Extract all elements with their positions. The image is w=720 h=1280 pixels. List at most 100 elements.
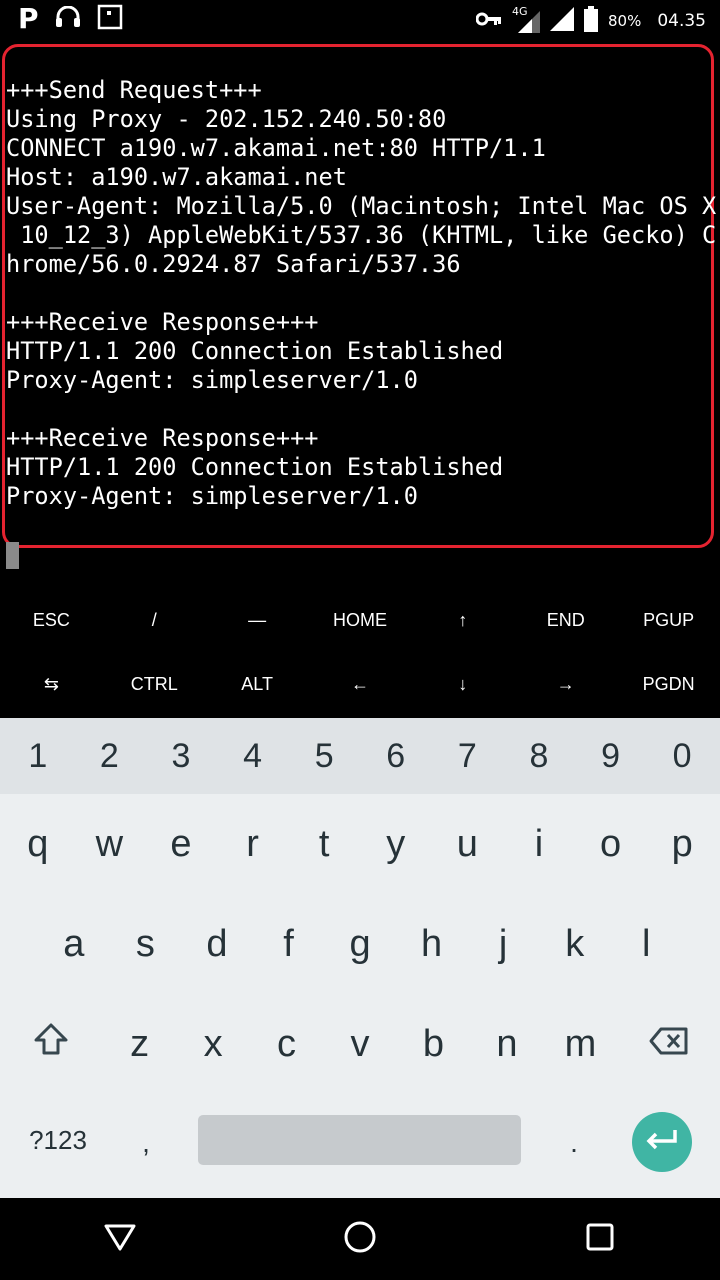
key-d[interactable]: d	[181, 894, 253, 994]
recents-button[interactable]	[480, 1198, 720, 1280]
up-arrow-key[interactable]: ↑	[411, 588, 514, 652]
symbols-key[interactable]: ?123	[8, 1115, 108, 1165]
back-button[interactable]	[0, 1198, 240, 1280]
key-3[interactable]: 3	[145, 718, 217, 794]
signal-4g-icon: 4G	[512, 5, 540, 33]
terminal-line: User-Agent: Mozilla/5.0 (Macintosh; Inte…	[6, 192, 717, 220]
terminal-line: +++Receive Response+++	[6, 424, 319, 452]
key-q[interactable]: q	[2, 794, 74, 894]
screenshot-icon	[97, 4, 123, 34]
key-j[interactable]: j	[467, 894, 539, 994]
shift-key[interactable]	[0, 994, 103, 1094]
ctrl-key[interactable]: CTRL	[103, 652, 206, 716]
key-icon	[475, 11, 502, 31]
terminal-line: HTTP/1.1 200 Connection Established	[6, 337, 504, 365]
key-2[interactable]: 2	[74, 718, 146, 794]
key-c[interactable]: c	[250, 994, 323, 1094]
extra-keys-row: ⇆ CTRL ALT ← ↓ → PGDN	[0, 652, 720, 716]
terminal-line: Proxy-Agent: simpleserver/1.0	[6, 366, 418, 394]
key-0[interactable]: 0	[646, 718, 718, 794]
period-key[interactable]: .	[546, 1115, 602, 1171]
p-icon: P	[18, 2, 39, 35]
terminal-line: Using Proxy - 202.152.240.50:80	[6, 105, 447, 133]
key-k[interactable]: k	[539, 894, 611, 994]
key-8[interactable]: 8	[503, 718, 575, 794]
key-6[interactable]: 6	[360, 718, 432, 794]
dash-key[interactable]: —	[206, 588, 309, 652]
extra-keys-bar: ESC / — HOME ↑ END PGUP ⇆ CTRL ALT ← ↓ →…	[0, 588, 720, 718]
letter-row-a: a s d f g h j k l	[0, 894, 720, 994]
enter-key[interactable]	[632, 1112, 692, 1172]
tab-key[interactable]: ⇆	[0, 652, 103, 716]
letter-row-q: q w e r t y u i o p	[0, 794, 720, 894]
key-m[interactable]: m	[544, 994, 617, 1094]
number-row: 1 2 3 4 5 6 7 8 9 0	[0, 718, 720, 794]
terminal-line: HTTP/1.1 200 Connection Established	[6, 453, 504, 481]
battery-icon	[583, 6, 598, 36]
backspace-icon	[649, 1023, 689, 1066]
key-u[interactable]: u	[432, 794, 504, 894]
key-1[interactable]: 1	[2, 718, 74, 794]
key-w[interactable]: w	[74, 794, 146, 894]
alt-key[interactable]: ALT	[206, 652, 309, 716]
key-i[interactable]: i	[503, 794, 575, 894]
end-key[interactable]: END	[514, 588, 617, 652]
terminal-output: +++Send Request+++ Using Proxy - 202.152…	[6, 76, 716, 511]
home-key[interactable]: HOME	[309, 588, 412, 652]
terminal-line: CONNECT a190.w7.akamai.net:80 HTTP/1.1	[6, 134, 546, 162]
backspace-key[interactable]	[617, 994, 720, 1094]
key-f[interactable]: f	[253, 894, 325, 994]
key-p[interactable]: p	[646, 794, 718, 894]
pgup-key[interactable]: PGUP	[617, 588, 720, 652]
clock: 04.35	[657, 11, 706, 31]
terminal-cursor	[6, 542, 19, 569]
key-v[interactable]: v	[323, 994, 396, 1094]
left-arrow-key[interactable]: ←	[309, 652, 412, 716]
terminal-line: Host: a190.w7.akamai.net	[6, 163, 347, 191]
terminal-line: hrome/56.0.2924.87 Safari/537.36	[6, 250, 461, 278]
esc-key[interactable]: ESC	[0, 588, 103, 652]
key-9[interactable]: 9	[575, 718, 647, 794]
key-5[interactable]: 5	[288, 718, 360, 794]
key-l[interactable]: l	[611, 894, 683, 994]
down-arrow-key[interactable]: ↓	[411, 652, 514, 716]
key-r[interactable]: r	[217, 794, 289, 894]
key-e[interactable]: e	[145, 794, 217, 894]
key-n[interactable]: n	[470, 994, 543, 1094]
terminal-line: +++Send Request+++	[6, 76, 262, 104]
headset-icon	[55, 5, 81, 32]
key-x[interactable]: x	[176, 994, 249, 1094]
key-y[interactable]: y	[360, 794, 432, 894]
navigation-bar	[0, 1198, 720, 1280]
key-7[interactable]: 7	[432, 718, 504, 794]
key-4[interactable]: 4	[217, 718, 289, 794]
terminal-line: Proxy-Agent: simpleserver/1.0	[6, 482, 418, 510]
key-g[interactable]: g	[324, 894, 396, 994]
signal-icon	[549, 7, 574, 35]
right-arrow-key[interactable]: →	[514, 652, 617, 716]
shift-icon	[33, 1022, 69, 1066]
key-t[interactable]: t	[288, 794, 360, 894]
key-a[interactable]: a	[38, 894, 110, 994]
pgdn-key[interactable]: PGDN	[617, 652, 720, 716]
key-h[interactable]: h	[396, 894, 468, 994]
letter-row-z: z x c v b n m	[0, 994, 720, 1094]
status-bar: P 4G 80% 04.35	[0, 0, 720, 40]
comma-key[interactable]: ,	[118, 1115, 174, 1171]
home-button[interactable]	[240, 1198, 480, 1280]
key-o[interactable]: o	[575, 794, 647, 894]
space-bar[interactable]	[198, 1115, 521, 1165]
extra-keys-row: ESC / — HOME ↑ END PGUP	[0, 588, 720, 652]
key-b[interactable]: b	[397, 994, 470, 1094]
terminal-line: +++Receive Response+++	[6, 308, 319, 336]
terminal-line: 10_12_3) AppleWebKit/537.36 (KHTML, like…	[6, 221, 717, 249]
terminal-view[interactable]: +++Send Request+++ Using Proxy - 202.152…	[0, 40, 720, 600]
key-s[interactable]: s	[110, 894, 182, 994]
enter-icon	[645, 1128, 679, 1156]
slash-key[interactable]: /	[103, 588, 206, 652]
status-bar-right: 4G 80% 04.35	[475, 5, 706, 36]
battery-level: 80%	[607, 12, 642, 30]
home-icon	[343, 1220, 377, 1258]
back-icon	[103, 1222, 137, 1256]
key-z[interactable]: z	[103, 994, 176, 1094]
